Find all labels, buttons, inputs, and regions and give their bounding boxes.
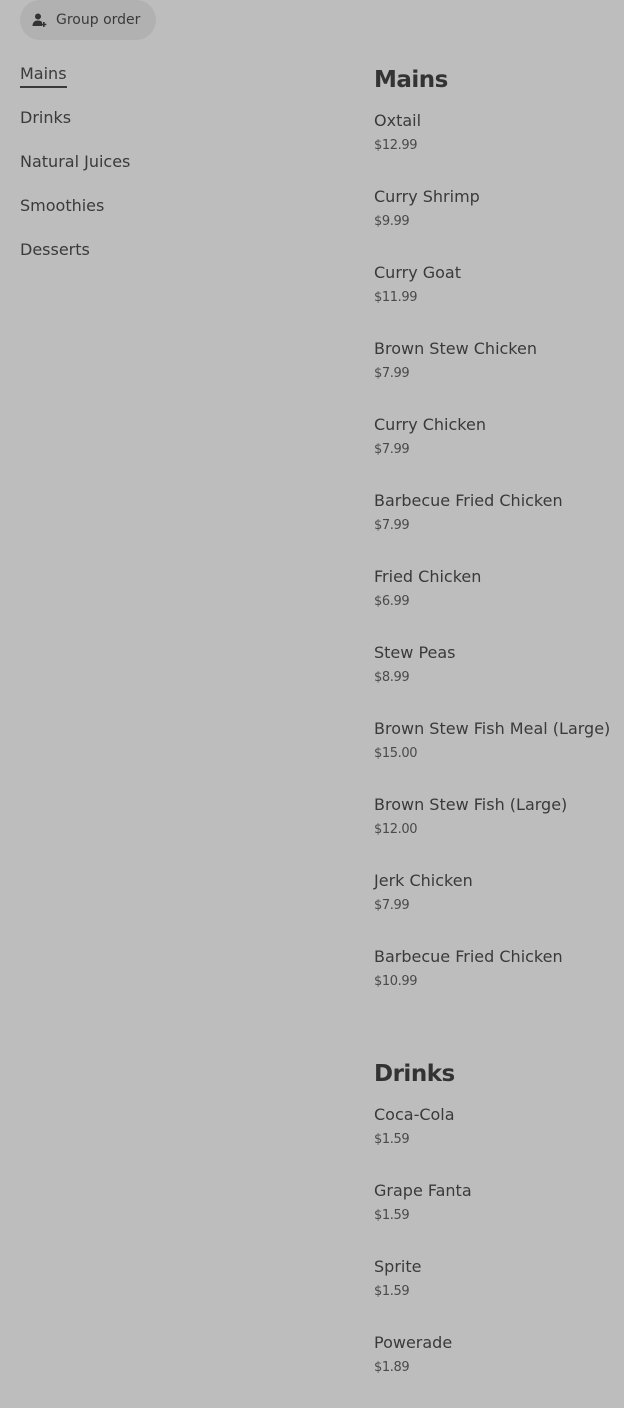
item-name: Brown Stew Fish (Large)	[374, 795, 568, 814]
menu-section-drinks: Drinks Coca-Cola $1.59 Grape Fanta $1.59…	[374, 1054, 624, 1408]
nav-item-label: Desserts	[20, 240, 90, 259]
item-name: Jerk Chicken	[374, 871, 473, 890]
menu-item[interactable]: Brown Stew Chicken $7.99	[374, 338, 624, 414]
item-name: Curry Goat	[374, 263, 462, 282]
item-price: $12.00	[374, 822, 418, 837]
item-name: Grape Fanta	[374, 1181, 472, 1200]
menu-item[interactable]: Oxtail $12.99	[374, 110, 624, 186]
item-name: Curry Chicken	[374, 415, 486, 434]
nav-item-natural-juices[interactable]: Natural Juices	[20, 148, 340, 192]
item-name: Powerade	[374, 1333, 453, 1352]
item-name: Brown Stew Fish Meal (Large)	[374, 719, 611, 738]
menu-item[interactable]: Coca-Cola $1.59	[374, 1104, 624, 1180]
nav-item-label: Natural Juices	[20, 152, 131, 171]
menu-item[interactable]: Grape Fanta $1.59	[374, 1180, 624, 1256]
item-price: $7.99	[374, 366, 410, 381]
item-price: $8.99	[374, 670, 410, 685]
nav-item-label: Drinks	[20, 108, 72, 127]
menu-item[interactable]: Curry Shrimp $9.99	[374, 186, 624, 262]
section-title: Mains	[374, 67, 448, 93]
nav-item-smoothies[interactable]: Smoothies	[20, 192, 340, 236]
item-name: Coca-Cola	[374, 1105, 455, 1124]
group-user-add-icon	[32, 13, 47, 27]
item-price: $12.99	[374, 138, 418, 153]
item-name: Stew Peas	[374, 643, 456, 662]
item-price: $9.99	[374, 214, 410, 229]
menu-section-mains: Mains Oxtail $12.99 Curry Shrimp $9.99 C…	[374, 60, 624, 1022]
menu-item[interactable]: Powerade $1.89	[374, 1332, 624, 1408]
section-divider	[374, 1022, 624, 1054]
nav-item-mains[interactable]: Mains	[20, 60, 340, 104]
item-price: $7.99	[374, 442, 410, 457]
item-name: Barbecue Fried Chicken	[374, 491, 563, 510]
menu-item[interactable]: Fried Chicken $6.99	[374, 566, 624, 642]
item-name: Sprite	[374, 1257, 422, 1276]
item-price: $7.99	[374, 518, 410, 533]
group-order-label: Group order	[56, 12, 141, 28]
item-price: $15.00	[374, 746, 418, 761]
nav-item-drinks[interactable]: Drinks	[20, 104, 340, 148]
menu-item[interactable]: Curry Chicken $7.99	[374, 414, 624, 490]
item-name: Fried Chicken	[374, 567, 482, 586]
menu-item[interactable]: Brown Stew Fish Meal (Large) $15.00	[374, 718, 624, 794]
item-price: $10.99	[374, 974, 418, 989]
menu-item[interactable]: Sprite $1.59	[374, 1256, 624, 1332]
menu-item[interactable]: Barbecue Fried Chicken $7.99	[374, 490, 624, 566]
item-price: $1.59	[374, 1132, 410, 1147]
item-price: $1.59	[374, 1284, 410, 1299]
nav-item-label: Smoothies	[20, 196, 105, 215]
section-title: Drinks	[374, 1061, 455, 1087]
item-price: $11.99	[374, 290, 418, 305]
group-order-button[interactable]: Group order	[20, 0, 157, 40]
menu-item[interactable]: Jerk Chicken $7.99	[374, 870, 624, 946]
item-price: $7.99	[374, 898, 410, 913]
menu-item[interactable]: Barbecue Fried Chicken $10.99	[374, 946, 624, 1022]
menu-list: Mains Oxtail $12.99 Curry Shrimp $9.99 C…	[374, 60, 624, 1408]
item-name: Brown Stew Chicken	[374, 339, 537, 358]
nav-item-desserts[interactable]: Desserts	[20, 236, 340, 280]
menu-item[interactable]: Curry Goat $11.99	[374, 262, 624, 338]
menu-item[interactable]: Stew Peas $8.99	[374, 642, 624, 718]
item-name: Curry Shrimp	[374, 187, 480, 206]
item-name: Oxtail	[374, 111, 422, 130]
item-price: $1.59	[374, 1208, 410, 1223]
item-name: Barbecue Fried Chicken	[374, 947, 563, 966]
category-nav: Mains Drinks Natural Juices Smoothies De…	[20, 60, 340, 280]
item-price: $6.99	[374, 594, 410, 609]
nav-item-label: Mains	[20, 62, 67, 88]
item-price: $1.89	[374, 1360, 410, 1375]
menu-item[interactable]: Brown Stew Fish (Large) $12.00	[374, 794, 624, 870]
